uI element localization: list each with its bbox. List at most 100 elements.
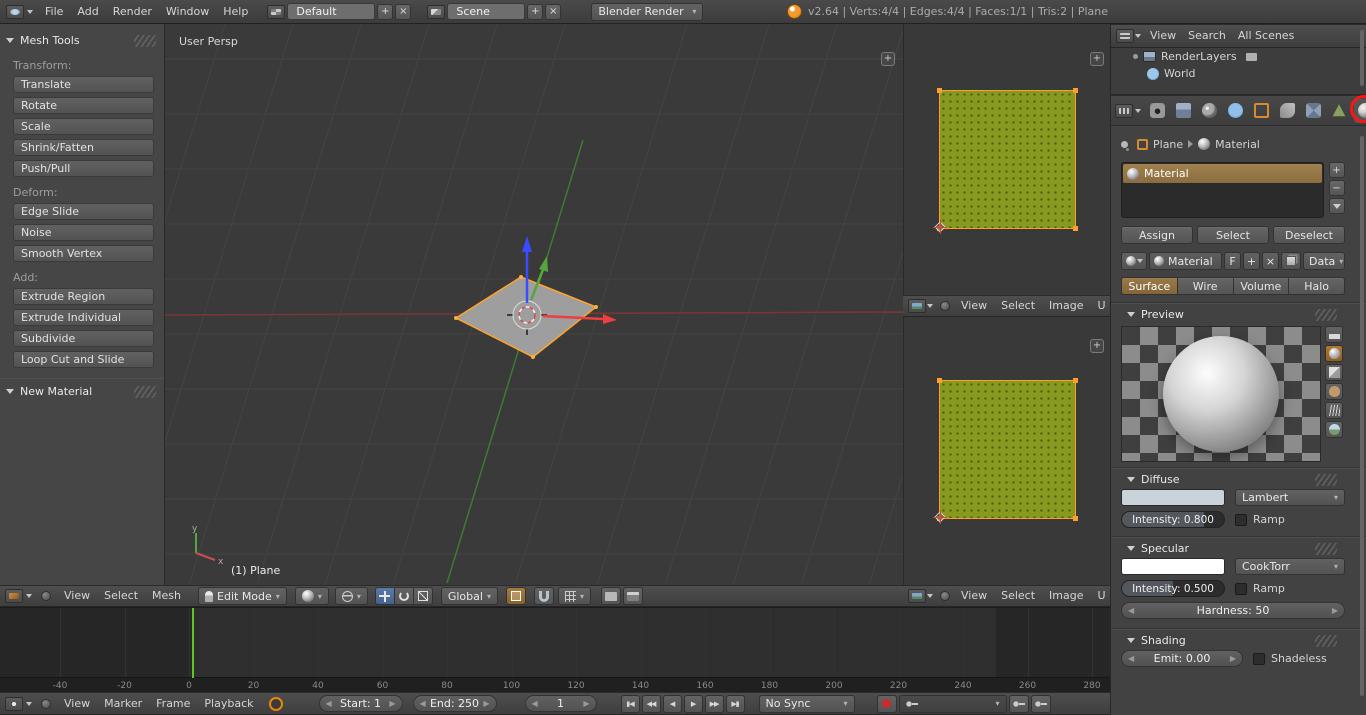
tool-button-rotate[interactable]: Rotate	[13, 97, 154, 114]
menu-file[interactable]: File	[38, 1, 70, 23]
material-slot-assign-button[interactable]: Assign	[1121, 226, 1193, 244]
panel-grip-icon[interactable]	[1315, 308, 1337, 321]
manipulator-scale-button[interactable]	[412, 587, 433, 605]
shading-panel-header[interactable]: Shading	[1121, 630, 1345, 650]
new-layout-button[interactable]: +	[377, 3, 394, 20]
diffuse-ramp-checkbox[interactable]	[1235, 513, 1247, 526]
world-tab-button[interactable]	[1224, 99, 1246, 123]
jump-to-start-button[interactable]: ▮◀	[620, 694, 640, 713]
outliner-menu-search[interactable]: Search	[1182, 25, 1232, 47]
viewport-menu-view[interactable]: View	[57, 585, 97, 607]
keying-set-dropdown[interactable]: ▾	[898, 694, 1007, 713]
uv-image-plane[interactable]	[937, 378, 1078, 521]
specular-color-swatch[interactable]	[1121, 558, 1225, 575]
preview-panel-header[interactable]: Preview	[1121, 304, 1345, 324]
panel-grip-icon[interactable]	[134, 385, 156, 398]
material-type-halo-tab[interactable]: Halo	[1288, 277, 1345, 295]
diffuse-intensity-slider[interactable]: Intensity: 0.800	[1121, 511, 1225, 528]
editor-type-outliner-icon[interactable]	[1116, 29, 1134, 43]
diffuse-panel-header[interactable]: Diffuse	[1121, 469, 1345, 489]
material-tab-button[interactable]	[1354, 98, 1366, 123]
fake-user-button[interactable]: F	[1224, 252, 1241, 270]
scene-icon[interactable]	[427, 4, 446, 19]
editor-type-dropdown-arrow-icon[interactable]	[1135, 34, 1141, 38]
tool-button-noise[interactable]: Noise	[13, 224, 154, 241]
material-slot-list[interactable]: Material	[1121, 162, 1324, 218]
uv-menu-image[interactable]: Image	[1042, 296, 1090, 316]
uv-vertex-dot[interactable]	[1073, 226, 1078, 231]
uv-menu-select[interactable]: Select	[994, 586, 1042, 606]
timeline[interactable]: -40 -20 0 20 40 60 80 100 120 140 160 180 200 220 240 2…	[0, 607, 1110, 692]
specular-intensity-slider[interactable]: Intensity: 0.500	[1121, 580, 1225, 597]
auto-keyframe-toggle-button[interactable]	[876, 694, 897, 713]
material-specials-menu-button[interactable]	[1328, 198, 1345, 214]
decrement-icon[interactable]: ◀	[326, 699, 332, 708]
outliner-menu-view[interactable]: View	[1144, 25, 1182, 47]
sync-mode-dropdown[interactable]: No Sync ▾	[758, 694, 855, 713]
breadcrumb-object[interactable]: Plane	[1153, 138, 1183, 151]
increment-icon[interactable]: ▶	[483, 699, 489, 708]
uv-image-editor-bottom[interactable]: +	[903, 317, 1110, 585]
increment-icon[interactable]: ▶	[389, 699, 395, 708]
expand-properties-region-button[interactable]: +	[881, 52, 895, 66]
next-keyframe-button[interactable]: ▶▶	[704, 694, 724, 713]
manipulator-rotate-button[interactable]	[393, 587, 414, 605]
editor-type-dropdown-arrow-icon[interactable]	[26, 594, 32, 598]
tool-button-scale[interactable]: Scale	[13, 118, 154, 135]
expand-region-button[interactable]: +	[1090, 52, 1104, 66]
menu-help[interactable]: Help	[216, 1, 255, 23]
material-slot-deselect-button[interactable]: Deselect	[1273, 226, 1345, 244]
uv-menu-view[interactable]: View	[954, 586, 994, 606]
panel-grip-icon[interactable]	[1315, 473, 1337, 486]
material-slot-select-button[interactable]: Select	[1197, 226, 1269, 244]
material-slot-active[interactable]: Material	[1123, 164, 1322, 183]
menu-add[interactable]: Add	[70, 1, 105, 23]
pin-icon[interactable]	[1121, 140, 1128, 148]
timeline-menu-view[interactable]: View	[57, 693, 97, 715]
header-menu-toggle-icon[interactable]	[41, 698, 51, 709]
tool-button-extrude-region[interactable]: Extrude Region	[13, 288, 154, 305]
opengl-render-button[interactable]	[600, 587, 621, 605]
uv-image-editor-top[interactable]: +	[903, 24, 1110, 295]
panel-grip-icon[interactable]	[1315, 542, 1337, 555]
material-name-field[interactable]: Material	[1149, 252, 1222, 270]
specular-panel-header[interactable]: Specular	[1121, 538, 1345, 558]
viewport-menu-select[interactable]: Select	[97, 585, 145, 607]
timeline-menu-playback[interactable]: Playback	[197, 693, 260, 715]
diffuse-color-swatch[interactable]	[1121, 489, 1225, 506]
play-button[interactable]: ▶	[683, 694, 703, 713]
editor-type-dropdown-arrow-icon[interactable]	[26, 701, 32, 706]
emit-field[interactable]: ◀ Emit: 0.00 ▶	[1121, 650, 1243, 667]
editor-type-3d-view-icon[interactable]	[5, 589, 23, 603]
diffuse-shader-dropdown[interactable]: Lambert ▾	[1235, 489, 1345, 506]
render-tab-button[interactable]	[1146, 99, 1168, 123]
panel-collapse-icon[interactable]	[6, 389, 14, 394]
uv-image-plane[interactable]	[937, 88, 1078, 231]
modifiers-tab-button[interactable]	[1302, 99, 1324, 123]
panel-collapse-icon[interactable]	[6, 38, 14, 43]
expand-region-button[interactable]: +	[1090, 339, 1104, 353]
scene-tab-button[interactable]	[1198, 99, 1220, 123]
opengl-render-animation-button[interactable]	[622, 587, 643, 605]
tool-button-subdivide[interactable]: Subdivide	[13, 330, 154, 347]
decrement-icon[interactable]: ◀	[1128, 654, 1134, 663]
tool-button-translate[interactable]: Translate	[13, 76, 154, 93]
panel-collapse-icon[interactable]	[1127, 477, 1135, 482]
panel-collapse-icon[interactable]	[1127, 312, 1135, 317]
uv-vertex-dot[interactable]	[1073, 378, 1078, 383]
new-material-button[interactable]: +	[1243, 252, 1260, 270]
previous-keyframe-button[interactable]: ◀◀	[641, 694, 661, 713]
breadcrumb-material[interactable]: Material	[1215, 138, 1260, 151]
new-material-panel-header[interactable]: New Material	[0, 381, 164, 401]
increment-icon[interactable]: ▶	[1332, 606, 1338, 615]
tool-button-extrude-individual[interactable]: Extrude Individual	[13, 309, 154, 326]
jump-to-end-button[interactable]: ▶▮	[725, 694, 745, 713]
preview-sphere-button[interactable]	[1325, 345, 1343, 362]
material-type-wire-tab[interactable]: Wire	[1176, 277, 1234, 295]
specular-ramp-checkbox[interactable]	[1235, 582, 1247, 595]
editor-type-timeline-icon[interactable]	[5, 696, 23, 711]
uv-vertex-dot[interactable]	[937, 378, 942, 383]
panel-collapse-icon[interactable]	[1127, 638, 1135, 643]
uv-vertex-dot[interactable]	[1073, 88, 1078, 93]
timeline-menu-frame[interactable]: Frame	[149, 693, 197, 715]
